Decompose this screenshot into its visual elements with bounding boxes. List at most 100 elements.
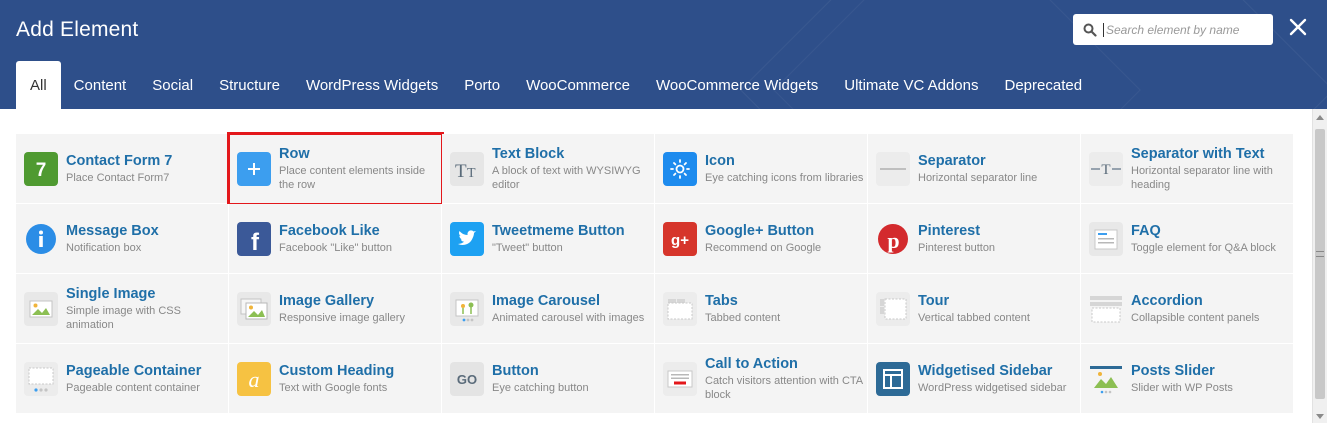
element-tabs[interactable]: Tabs Tabbed content (655, 274, 868, 344)
element-contact-form-7[interactable]: 7 Contact Form 7 Place Contact Form7 (16, 134, 229, 204)
tab-ultimate-vc-addons[interactable]: Ultimate VC Addons (831, 61, 991, 109)
faq-icon (1089, 221, 1123, 256)
separator-text-icon: T (1089, 151, 1123, 186)
element-name: Contact Form 7 (66, 152, 173, 169)
pageable-icon (24, 361, 58, 396)
info-icon (24, 222, 58, 256)
element-text-block[interactable]: TT Text Block A block of text with WYSIW… (442, 134, 655, 204)
tab-wordpress-widgets[interactable]: WordPress Widgets (293, 61, 451, 109)
element-name: Message Box (66, 222, 159, 239)
element-separator[interactable]: Separator Horizontal separator line (868, 134, 1081, 204)
close-icon[interactable] (1287, 16, 1309, 38)
element-name: FAQ (1131, 222, 1161, 239)
element-name: Text Block (492, 145, 565, 162)
element-description: Text with Google fonts (279, 381, 388, 394)
element-posts-slider[interactable]: Posts Slider Slider with WP Posts (1081, 344, 1294, 414)
element-description: Responsive image gallery (279, 311, 405, 324)
element-description: Place Contact Form7 (66, 171, 170, 184)
svg-text:T: T (455, 161, 467, 182)
text-block-icon: TT (450, 151, 484, 186)
element-description: WordPress widgetised sidebar (918, 381, 1067, 394)
element-name: Accordion (1131, 292, 1203, 309)
svg-text:g+: g+ (671, 232, 689, 249)
element-name: Pinterest (918, 222, 981, 239)
tab-deprecated[interactable]: Deprecated (992, 61, 1096, 109)
element-google-plus-button[interactable]: g+ Google+ Button Recommend on Google (655, 204, 868, 274)
element-pageable-container[interactable]: Pageable Container Pageable content cont… (16, 344, 229, 414)
element-description: Catch visitors attention with CTA block (705, 374, 863, 401)
element-name: Tweetmeme Button (492, 222, 625, 239)
tab-woocommerce[interactable]: WooCommerce (513, 61, 643, 109)
search-box[interactable] (1073, 14, 1273, 45)
tab-social[interactable]: Social (139, 61, 206, 109)
element-image-carousel[interactable]: Image Carousel Animated carousel with im… (442, 274, 655, 344)
svg-text:f: f (251, 229, 260, 256)
svg-text:GO: GO (457, 372, 477, 387)
element-tour[interactable]: Tour Vertical tabbed content (868, 274, 1081, 344)
search-input[interactable] (1103, 22, 1263, 37)
element-single-image[interactable]: Single Image Simple image with CSS anima… (16, 274, 229, 344)
element-name: Posts Slider (1131, 362, 1215, 379)
separator-icon (876, 151, 910, 186)
svg-text:7: 7 (36, 160, 47, 181)
contact-form-icon: 7 (24, 151, 58, 186)
element-description: Animated carousel with images (492, 311, 645, 324)
svg-text:T: T (467, 166, 476, 181)
element-description: Eye catching button (492, 381, 589, 394)
element-separator-with-text[interactable]: T Separator with Text Horizontal separat… (1081, 134, 1294, 204)
element-description: "Tweet" button (492, 241, 563, 254)
category-tabs: All Content Social Structure WordPress W… (16, 61, 1095, 109)
tab-all[interactable]: All (16, 61, 61, 109)
tab-porto[interactable]: Porto (451, 61, 513, 109)
google-plus-icon: g+ (663, 221, 697, 256)
element-description: Place content elements inside the row (279, 164, 426, 191)
element-name: Single Image (66, 285, 156, 302)
element-description: Horizontal separator line with heading (1131, 164, 1273, 191)
element-name: Widgetised Sidebar (918, 362, 1053, 379)
custom-heading-icon: a (237, 361, 271, 396)
element-accordion[interactable]: Accordion Collapsible content panels (1081, 274, 1294, 344)
element-description: Pageable content container (66, 381, 200, 394)
element-name: Tabs (705, 292, 738, 309)
element-name: Row (279, 145, 310, 162)
element-description: Notification box (66, 241, 142, 254)
element-button[interactable]: GO Button Eye catching button (442, 344, 655, 414)
scroll-up-icon[interactable] (1316, 115, 1324, 120)
element-description: Pinterest button (918, 241, 996, 254)
element-name: Tour (918, 292, 950, 309)
element-image-gallery[interactable]: Image Gallery Responsive image gallery (229, 274, 442, 344)
modal-title: Add Element (16, 18, 139, 41)
element-description: Toggle element for Q&A block (1131, 241, 1276, 254)
tour-icon (876, 291, 910, 326)
element-facebook-like[interactable]: f Facebook Like Facebook "Like" button (229, 204, 442, 274)
element-row[interactable]: Row Place content elements inside the ro… (227, 132, 444, 206)
element-call-to-action[interactable]: Call to Action Catch visitors attention … (655, 344, 868, 414)
tab-content[interactable]: Content (61, 61, 140, 109)
element-tweetmeme-button[interactable]: Tweetmeme Button "Tweet" button (442, 204, 655, 274)
element-name: Custom Heading (279, 362, 395, 379)
sidebar-icon (876, 361, 910, 396)
element-custom-heading[interactable]: a Custom Heading Text with Google fonts (229, 344, 442, 414)
modal-header: Add Element All Content Social Structure… (0, 0, 1327, 109)
tab-structure[interactable]: Structure (206, 61, 293, 109)
vertical-scrollbar[interactable] (1312, 109, 1327, 423)
scrollbar-thumb[interactable] (1315, 129, 1325, 399)
scroll-down-icon[interactable] (1316, 414, 1324, 419)
element-description: Vertical tabbed content (918, 311, 1030, 324)
twitter-icon (450, 221, 484, 256)
carousel-icon (450, 291, 484, 326)
search-icon (1083, 23, 1097, 37)
sun-icon (663, 151, 697, 186)
element-name: Image Carousel (492, 292, 600, 309)
element-description: Horizontal separator line (918, 171, 1038, 184)
element-faq[interactable]: FAQ Toggle element for Q&A block (1081, 204, 1294, 274)
element-name: Google+ Button (705, 222, 815, 239)
element-description: Eye catching icons from libraries (705, 171, 864, 184)
element-icon[interactable]: Icon Eye catching icons from libraries (655, 134, 868, 204)
element-widgetised-sidebar[interactable]: Widgetised Sidebar WordPress widgetised … (868, 344, 1081, 414)
element-message-box[interactable]: Message Box Notification box (16, 204, 229, 274)
element-pinterest[interactable]: p Pinterest Pinterest button (868, 204, 1081, 274)
element-grid: 7 Contact Form 7 Place Contact Form7 Row… (16, 132, 1294, 423)
tab-woocommerce-widgets[interactable]: WooCommerce Widgets (643, 61, 831, 109)
element-description: Slider with WP Posts (1131, 381, 1233, 394)
